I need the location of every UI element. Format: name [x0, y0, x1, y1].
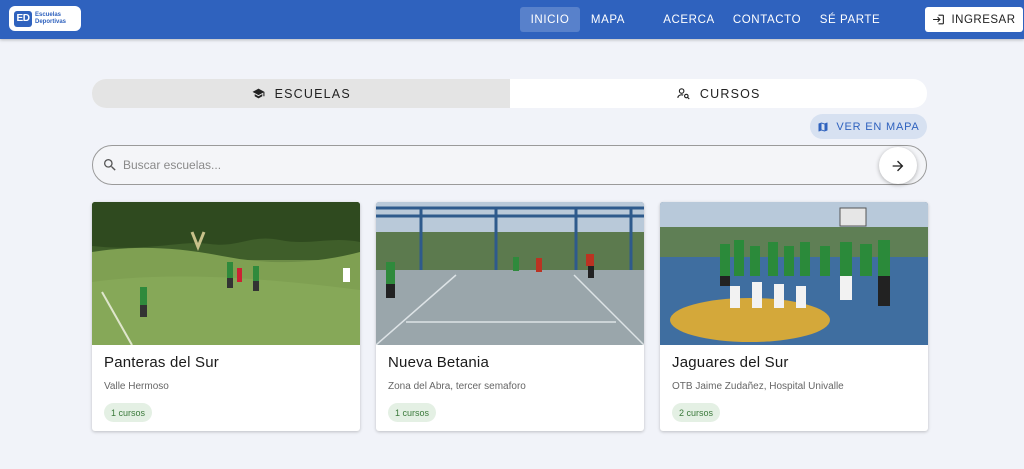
school-location: OTB Jaime Zudañez, Hospital Univalle [672, 381, 844, 392]
school-card[interactable]: Jaguares del Sur OTB Jaime Zudañez, Hosp… [660, 202, 928, 431]
logo-mark: ED [14, 10, 32, 27]
nav-link-contacto[interactable]: CONTACTO [728, 7, 806, 32]
tab-cursos-label: CURSOS [699, 86, 761, 101]
nav-link-mapa[interactable]: MAPA [583, 7, 633, 32]
school-photo [92, 202, 360, 345]
tab-escuelas-label: ESCUELAS [274, 86, 351, 101]
login-label: INGRESAR [951, 13, 1016, 26]
tab-cursos[interactable]: CURSOS [510, 79, 928, 108]
logo-line-2: Deportivas [35, 18, 67, 25]
school-photo [376, 202, 644, 345]
school-location: Valle Hermoso [104, 381, 169, 392]
courses-count-badge: 1 cursos [388, 403, 437, 422]
search-bar [92, 145, 927, 185]
search-mode-tabs: ESCUELAS CURSOS [92, 79, 927, 108]
logo-text: Escuelas Deportivas [35, 12, 66, 25]
school-name: Jaguares del Sur [672, 354, 789, 371]
graduation-cap-icon [252, 88, 265, 99]
school-location: Zona del Abra, tercer semaforo [388, 381, 526, 392]
school-card[interactable]: Nueva Betania Zona del Abra, tercer sema… [376, 202, 644, 431]
tab-escuelas[interactable]: ESCUELAS [92, 79, 510, 108]
login-button[interactable]: INGRESAR [925, 7, 1023, 32]
nav-link-inicio[interactable]: INICIO [520, 7, 580, 32]
courses-count-badge: 1 cursos [104, 403, 153, 422]
nav-link-se-parte[interactable]: SÉ PARTE [814, 7, 886, 32]
search-submit-button[interactable] [879, 147, 917, 184]
view-map-button[interactable]: VER EN MAPA [810, 114, 927, 139]
person-search-icon [677, 88, 690, 100]
school-card[interactable]: Panteras del Sur Valle Hermoso 1 cursos [92, 202, 360, 431]
login-icon [933, 14, 945, 25]
top-navbar: ED Escuelas Deportivas INICIO MAPA ACERC… [0, 0, 1024, 39]
school-name: Nueva Betania [388, 354, 490, 371]
map-icon [818, 122, 828, 131]
school-photo [660, 202, 928, 345]
courses-count-badge: 2 cursos [672, 403, 721, 422]
arrow-right-icon [892, 160, 904, 171]
search-icon [104, 159, 116, 171]
nav-link-acerca[interactable]: ACERCA [656, 7, 722, 32]
school-name: Panteras del Sur [104, 354, 219, 371]
search-input[interactable] [123, 155, 863, 175]
brand-logo[interactable]: ED Escuelas Deportivas [9, 6, 81, 31]
view-map-label: VER EN MAPA [836, 120, 920, 133]
